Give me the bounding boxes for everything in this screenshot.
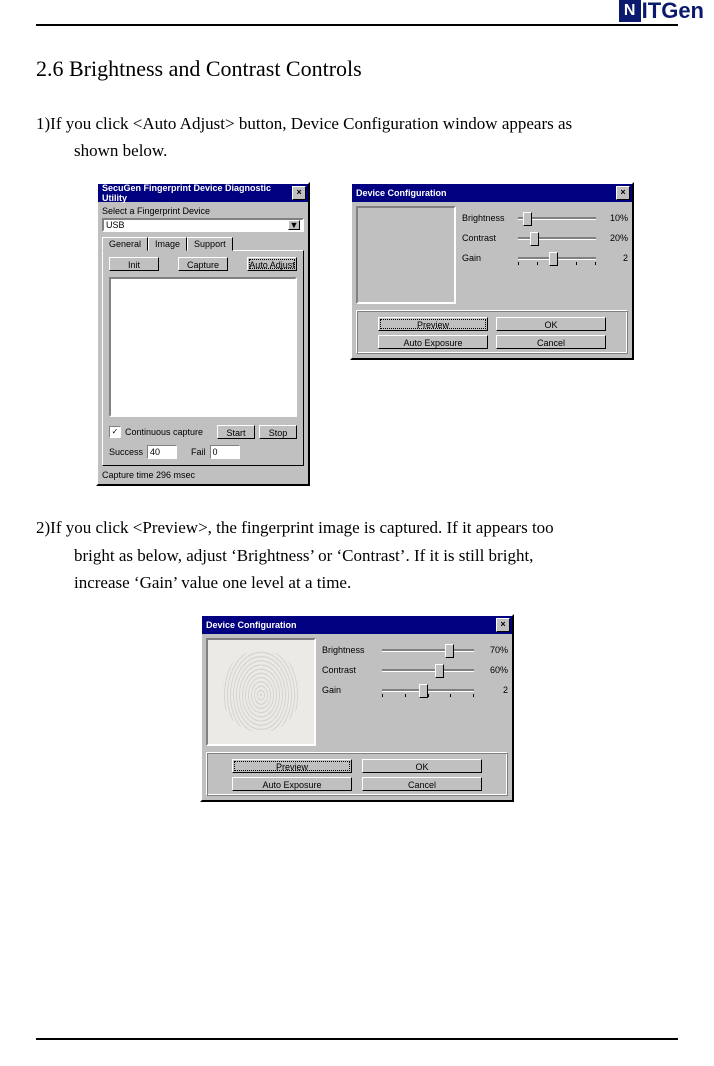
close-icon[interactable]: ×: [616, 186, 630, 200]
device-config-title-1: Device Configuration: [356, 188, 447, 198]
brand-logo-text: ITGen: [642, 0, 704, 24]
auto-exposure-button[interactable]: Auto Exposure: [378, 335, 488, 349]
brand-logo-icon: N: [619, 0, 641, 22]
close-icon[interactable]: ×: [496, 618, 510, 632]
device-config-title-2: Device Configuration: [206, 620, 297, 630]
gain-value: 2: [482, 685, 508, 695]
fingerprint-icon: [222, 650, 300, 732]
cancel-button[interactable]: Cancel: [496, 335, 606, 349]
contrast-slider[interactable]: [518, 230, 596, 246]
contrast-label: Contrast: [322, 665, 374, 675]
preview-button[interactable]: Preview: [378, 317, 488, 331]
gain-slider[interactable]: [518, 250, 596, 266]
gain-slider[interactable]: [382, 682, 474, 698]
auto-adjust-button[interactable]: Auto Adjust: [247, 257, 297, 271]
diagnostic-window: SecuGen Fingerprint Device Diagnostic Ut…: [96, 182, 310, 486]
capture-button[interactable]: Capture: [178, 257, 228, 271]
brightness-value: 70%: [482, 645, 508, 655]
tab-image[interactable]: Image: [148, 237, 187, 251]
header-rule: [36, 24, 678, 26]
cancel-button[interactable]: Cancel: [362, 777, 482, 791]
contrast-label: Contrast: [462, 233, 510, 243]
success-label: Success: [109, 447, 143, 457]
device-config-window-2: Device Configuration × Brightness 70%: [200, 614, 514, 802]
preview-area: [109, 277, 297, 417]
contrast-value: 60%: [482, 665, 508, 675]
success-field[interactable]: 40: [147, 445, 177, 459]
device-select[interactable]: USB ▼: [102, 218, 304, 232]
continuous-capture-label: Continuous capture: [125, 427, 213, 437]
close-icon[interactable]: ×: [292, 186, 306, 200]
step-1-text: 1)If you click <Auto Adjust> button, Dev…: [36, 110, 678, 164]
stop-button[interactable]: Stop: [259, 425, 297, 439]
fail-label: Fail: [191, 447, 206, 457]
brightness-value: 10%: [604, 213, 628, 223]
diagnostic-window-title: SecuGen Fingerprint Device Diagnostic Ut…: [102, 183, 292, 203]
auto-exposure-button[interactable]: Auto Exposure: [232, 777, 352, 791]
brightness-label: Brightness: [462, 213, 510, 223]
brand-logo: NITGen: [619, 0, 704, 24]
footer-rule: [36, 1038, 678, 1040]
continuous-capture-checkbox[interactable]: ✓: [109, 426, 121, 438]
tab-support[interactable]: Support: [187, 237, 233, 251]
ok-button[interactable]: OK: [362, 759, 482, 773]
device-config-window-1: Device Configuration × Brightness 10% Co…: [350, 182, 634, 360]
chevron-down-icon[interactable]: ▼: [288, 220, 300, 230]
preview-button[interactable]: Preview: [232, 759, 352, 773]
gain-label: Gain: [322, 685, 374, 695]
gain-value: 2: [604, 253, 628, 263]
brightness-slider[interactable]: [518, 210, 596, 226]
fingerprint-preview-bright: [206, 638, 316, 746]
tab-general[interactable]: General: [102, 237, 148, 251]
start-button[interactable]: Start: [217, 425, 255, 439]
select-device-label: Select a Fingerprint Device: [102, 206, 304, 216]
tab-strip: General Image Support: [102, 236, 304, 250]
brightness-label: Brightness: [322, 645, 374, 655]
fingerprint-preview-empty: [356, 206, 456, 304]
contrast-slider[interactable]: [382, 662, 474, 678]
contrast-value: 20%: [604, 233, 628, 243]
section-heading: 2.6 Brightness and Contrast Controls: [36, 56, 678, 82]
ok-button[interactable]: OK: [496, 317, 606, 331]
gain-label: Gain: [462, 253, 510, 263]
status-text: Capture time 296 msec: [102, 470, 304, 480]
init-button[interactable]: Init: [109, 257, 159, 271]
brightness-slider[interactable]: [382, 642, 474, 658]
fail-field[interactable]: 0: [210, 445, 240, 459]
step-2-text: 2)If you click <Preview>, the fingerprin…: [36, 514, 678, 596]
